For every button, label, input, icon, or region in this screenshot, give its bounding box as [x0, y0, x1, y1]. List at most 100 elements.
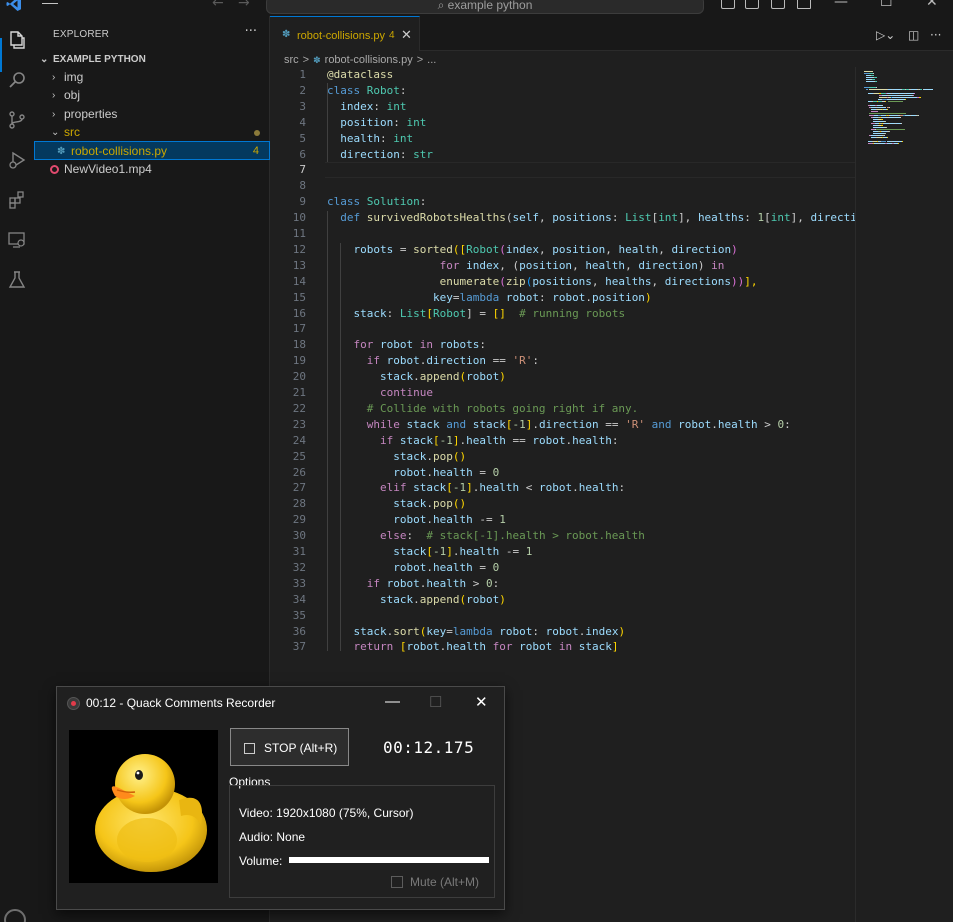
code-line[interactable]: 33 if robot.health > 0: [270, 576, 855, 592]
minimap-token [900, 117, 901, 118]
volume-slider[interactable] [289, 857, 489, 863]
code-line[interactable]: 16 stack: List[Robot] = [] # running rob… [270, 306, 855, 322]
minimap-token [885, 127, 887, 128]
testing-icon[interactable] [5, 268, 29, 292]
code-line[interactable]: 19 if robot.direction == 'R': [270, 353, 855, 369]
remote-explorer-icon[interactable] [5, 228, 29, 252]
tree-item-robot-collisions[interactable]: ✽ robot-collisions.py 4 [34, 141, 270, 160]
code-line[interactable]: 25 stack.pop() [270, 449, 855, 465]
code-line[interactable]: 13 for index, (position, health, directi… [270, 258, 855, 274]
code-line[interactable]: 23 while stack and stack[-1].direction =… [270, 417, 855, 433]
back-arrow-icon[interactable]: ← [212, 0, 224, 11]
code-line[interactable]: 28 stack.pop() [270, 496, 855, 512]
more-actions-icon[interactable]: ··· [930, 28, 941, 42]
line-code: class Solution: [327, 195, 427, 208]
tree-item-newvideo[interactable]: NewVideo1.mp4 [34, 160, 270, 179]
code-line[interactable]: 7 [270, 162, 855, 178]
tree-item-img[interactable]: › img [34, 68, 270, 87]
code-line[interactable]: 35 [270, 608, 855, 624]
line-code: stack.pop() [327, 450, 467, 463]
minimap-token [889, 95, 897, 96]
explorer-icon[interactable] [5, 28, 29, 52]
tree-item-src[interactable]: ⌄ src [34, 123, 270, 142]
code-line[interactable]: 36 stack.sort(key=lambda robot: robot.in… [270, 624, 855, 640]
customize-layout-icon[interactable] [797, 0, 811, 9]
code-line[interactable]: 11 [270, 226, 855, 242]
mute-checkbox[interactable] [391, 876, 403, 888]
code-line[interactable]: 18 for robot in robots: [270, 337, 855, 353]
line-number: 13 [292, 259, 306, 272]
code-line[interactable]: 8 [270, 178, 855, 194]
code-line[interactable]: 24 if stack[-1].health == robot.health: [270, 433, 855, 449]
code-line[interactable]: 20 stack.append(robot) [270, 369, 855, 385]
close-window-icon[interactable]: ✕ [926, 0, 938, 10]
active-indicator [0, 38, 2, 72]
line-code: stack.append(robot) [327, 593, 506, 606]
forward-arrow-icon[interactable]: → [238, 0, 250, 11]
minimap-token [901, 141, 903, 142]
line-code: # Collide with robots going right if any… [327, 402, 639, 415]
code-line[interactable]: 31 stack[-1].health -= 1 [270, 544, 855, 560]
minimize-window-icon[interactable]: — [834, 0, 848, 10]
code-line[interactable]: 6 direction: str [270, 147, 855, 163]
code-line[interactable]: 12 robots = sorted([Robot(index, positio… [270, 242, 855, 258]
code-line[interactable]: 27 elif stack[-1].health < robot.health: [270, 480, 855, 496]
minimize-icon[interactable]: — [385, 693, 400, 710]
code-line[interactable]: 26 robot.health = 0 [270, 465, 855, 481]
chevron-down-icon: ⌄ [51, 127, 60, 138]
breadcrumb-item-file[interactable]: robot-collisions.py [325, 54, 413, 66]
toggle-panel-icon[interactable] [745, 0, 759, 9]
line-code: stack.append(robot) [327, 370, 506, 383]
minimap-token [869, 113, 907, 114]
tree-item-obj[interactable]: › obj [34, 86, 270, 105]
tab-robot-collisions[interactable]: ✽ robot-collisions.py 4 ✕ [270, 16, 420, 51]
code-line[interactable]: 2 class Robot: [270, 83, 855, 99]
code-line[interactable]: 32 robot.health = 0 [270, 560, 855, 576]
command-center-search[interactable]: ⌕ example python [266, 0, 704, 14]
minimap-token [881, 125, 883, 126]
breadcrumb-item-src[interactable]: src [284, 54, 299, 66]
code-line[interactable]: 1 @dataclass [270, 67, 855, 83]
tree-item-properties[interactable]: › properties [34, 105, 270, 124]
line-number: 19 [292, 354, 306, 367]
code-line[interactable]: 9 class Solution: [270, 194, 855, 210]
split-editor-icon[interactable]: ◫ [908, 28, 919, 42]
run-debug-icon[interactable] [5, 148, 29, 172]
extensions-icon[interactable] [5, 188, 29, 212]
line-number: 4 [299, 116, 306, 129]
stop-button[interactable]: STOP (Alt+R) [230, 728, 349, 766]
minimap-token [868, 87, 876, 88]
source-control-icon[interactable] [5, 108, 29, 132]
toggle-primary-sidebar-icon[interactable] [721, 0, 735, 9]
menu-icon[interactable] [42, 0, 58, 10]
close-icon[interactable]: ✕ [475, 693, 488, 711]
minimap[interactable] [855, 67, 953, 922]
code-line[interactable]: 29 robot.health -= 1 [270, 512, 855, 528]
code-line[interactable]: 4 position: int [270, 115, 855, 131]
code-line[interactable]: 5 health: int [270, 131, 855, 147]
minimap-token [898, 143, 900, 144]
code-line[interactable]: 15 key=lambda robot: robot.position) [270, 290, 855, 306]
options-group: Video: 1920x1080 (75%, Cursor) Audio: No… [229, 785, 495, 898]
minimap-token [887, 109, 889, 110]
toggle-secondary-sidebar-icon[interactable] [771, 0, 785, 9]
search-icon[interactable] [5, 68, 29, 92]
code-line[interactable]: 10 def survivedRobotsHealths(self, posit… [270, 210, 855, 226]
more-actions-icon[interactable]: ··· [245, 24, 257, 39]
close-icon[interactable]: ✕ [401, 27, 412, 43]
line-number: 7 [299, 163, 306, 176]
project-header[interactable]: ⌄ EXAMPLE PYTHON [34, 50, 270, 69]
code-line[interactable]: 21 continue [270, 385, 855, 401]
code-line[interactable]: 14 enumerate(zip(positions, healths, dir… [270, 274, 855, 290]
code-line[interactable]: 22 # Collide with robots going right if … [270, 401, 855, 417]
code-line[interactable]: 3 index: int [270, 99, 855, 115]
line-number: 24 [292, 434, 306, 447]
minimap-token [875, 87, 877, 88]
run-python-icon[interactable]: ▷⌄ [876, 28, 895, 42]
breadcrumb-item-symbols[interactable]: ... [427, 54, 436, 66]
code-line[interactable]: 37 return [robot.health for robot in sta… [270, 639, 855, 655]
code-line[interactable]: 30 else: # stack[-1].health > robot.heal… [270, 528, 855, 544]
code-line[interactable]: 17 [270, 321, 855, 337]
maximize-window-icon[interactable]: ☐ [880, 0, 893, 10]
code-line[interactable]: 34 stack.append(robot) [270, 592, 855, 608]
